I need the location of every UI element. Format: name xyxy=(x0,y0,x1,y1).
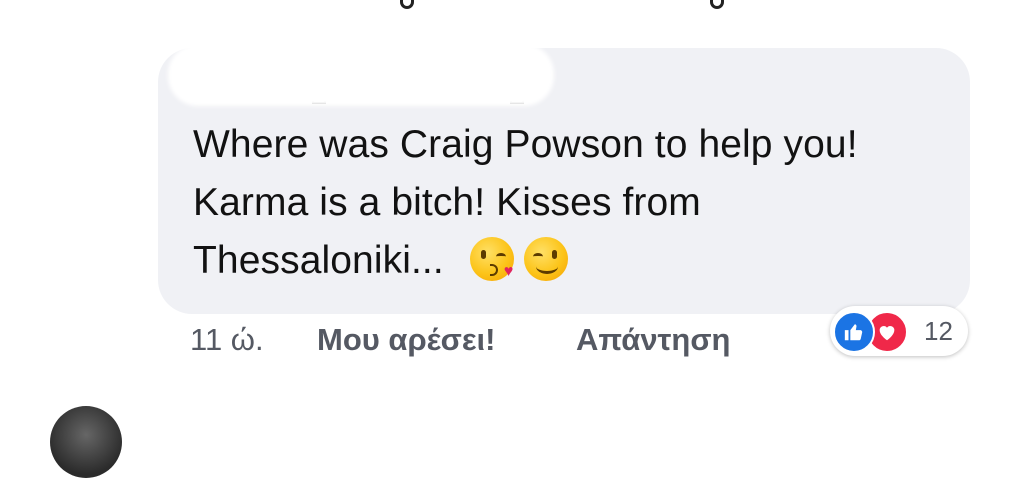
like-button[interactable]: Μου αρέσει! xyxy=(317,322,496,358)
reaction-count: 12 xyxy=(924,316,953,346)
redacted-author-name xyxy=(168,44,554,106)
reactions-summary[interactable]: 12 xyxy=(830,306,968,356)
comment-text: Where was Craig Powson to help you! Karm… xyxy=(193,116,953,290)
text-fragment xyxy=(710,0,724,9)
like-reaction-icon xyxy=(833,311,875,353)
text-fragment xyxy=(400,0,414,9)
avatar[interactable] xyxy=(50,406,122,478)
comment-line: Thessaloniki... ♥ xyxy=(193,232,953,290)
comment-timestamp[interactable]: 11 ώ. xyxy=(190,322,264,358)
comment-line: Karma is a bitch! Kisses from xyxy=(193,181,701,224)
previous-comment-fragment xyxy=(0,0,1024,14)
comment-line: Where was Craig Powson to help you! xyxy=(193,123,858,166)
face-blowing-kiss-emoji: ♥ xyxy=(469,237,514,281)
comment-line-text: Thessaloniki... xyxy=(193,239,444,282)
winking-face-emoji xyxy=(523,237,568,281)
reply-button[interactable]: Απάντηση xyxy=(576,322,730,358)
